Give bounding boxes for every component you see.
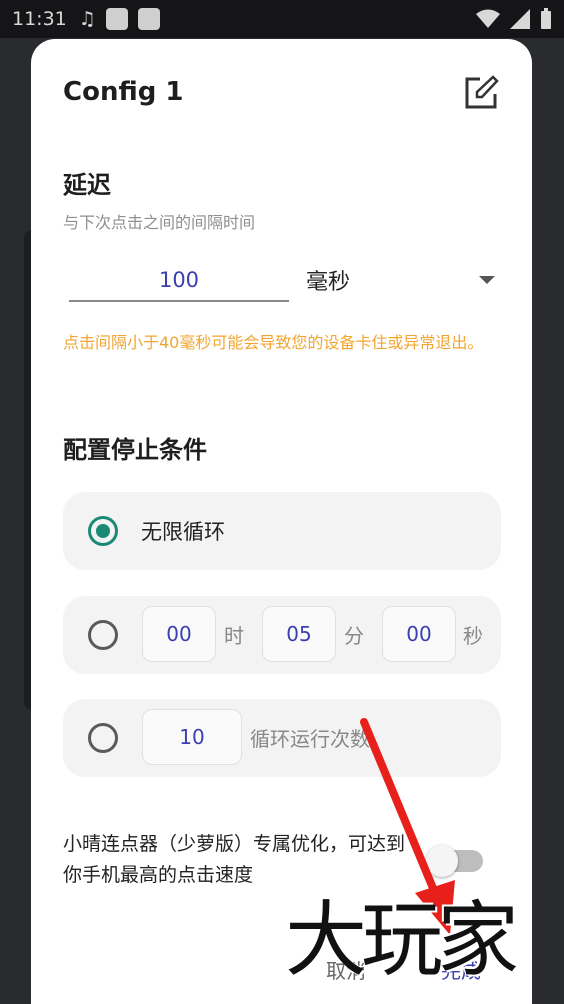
notification-icon-2 <box>137 8 160 30</box>
done-button[interactable]: 完成 <box>441 955 481 984</box>
minutes-input[interactable]: 05 <box>262 606 336 662</box>
cancel-button[interactable]: 取消 <box>326 955 366 984</box>
loop-count-input[interactable]: 10 <box>142 709 242 765</box>
battery-icon <box>541 8 551 29</box>
config-dialog: Config 1 延迟 与下次点击之间的间隔时间 100 毫秒 点击间隔小于40… <box>31 39 532 1004</box>
minutes-unit: 分 <box>344 624 364 648</box>
optimization-text: 小晴连点器（少萝版）专属优化，可达到你手机最高的点击速度 <box>63 833 406 886</box>
radio-loop-count[interactable] <box>88 723 118 753</box>
radio-infinite-loop[interactable] <box>88 516 118 546</box>
seconds-input[interactable]: 00 <box>382 606 456 662</box>
music-note-icon: ♫ <box>78 8 96 30</box>
radio-timer[interactable] <box>88 620 118 650</box>
chevron-down-icon[interactable] <box>479 276 495 284</box>
option-loop-count[interactable]: 10 循环运行次数 <box>63 699 501 777</box>
delay-warning: 点击间隔小于40毫秒可能会导致您的设备卡住或异常退出。 <box>63 333 484 352</box>
delay-title: 延迟 <box>63 171 111 199</box>
stop-condition-title: 配置停止条件 <box>63 436 207 464</box>
status-time: 11:31 <box>12 8 67 30</box>
delay-input[interactable]: 100 <box>69 264 289 302</box>
status-bar: 11:31 ♫ <box>0 0 564 38</box>
toggle-knob[interactable] <box>426 845 458 877</box>
delay-unit-select[interactable]: 毫秒 <box>306 264 350 296</box>
hours-input[interactable]: 00 <box>142 606 216 662</box>
signal-icon <box>510 9 530 29</box>
dialog-title: Config 1 <box>63 77 184 107</box>
seconds-unit: 秒 <box>463 624 483 648</box>
hours-unit: 时 <box>224 624 244 648</box>
loop-count-unit: 循环运行次数 <box>250 727 370 751</box>
infinite-loop-label: 无限循环 <box>141 520 225 544</box>
edit-icon[interactable] <box>463 75 499 111</box>
option-infinite-loop[interactable]: 无限循环 <box>63 492 501 570</box>
optimization-toggle[interactable] <box>426 845 483 877</box>
option-timer[interactable]: 00 时 05 分 00 秒 <box>63 596 501 674</box>
notification-icon <box>105 8 128 30</box>
delay-hint: 与下次点击之间的间隔时间 <box>63 213 256 232</box>
wifi-icon <box>476 9 500 28</box>
